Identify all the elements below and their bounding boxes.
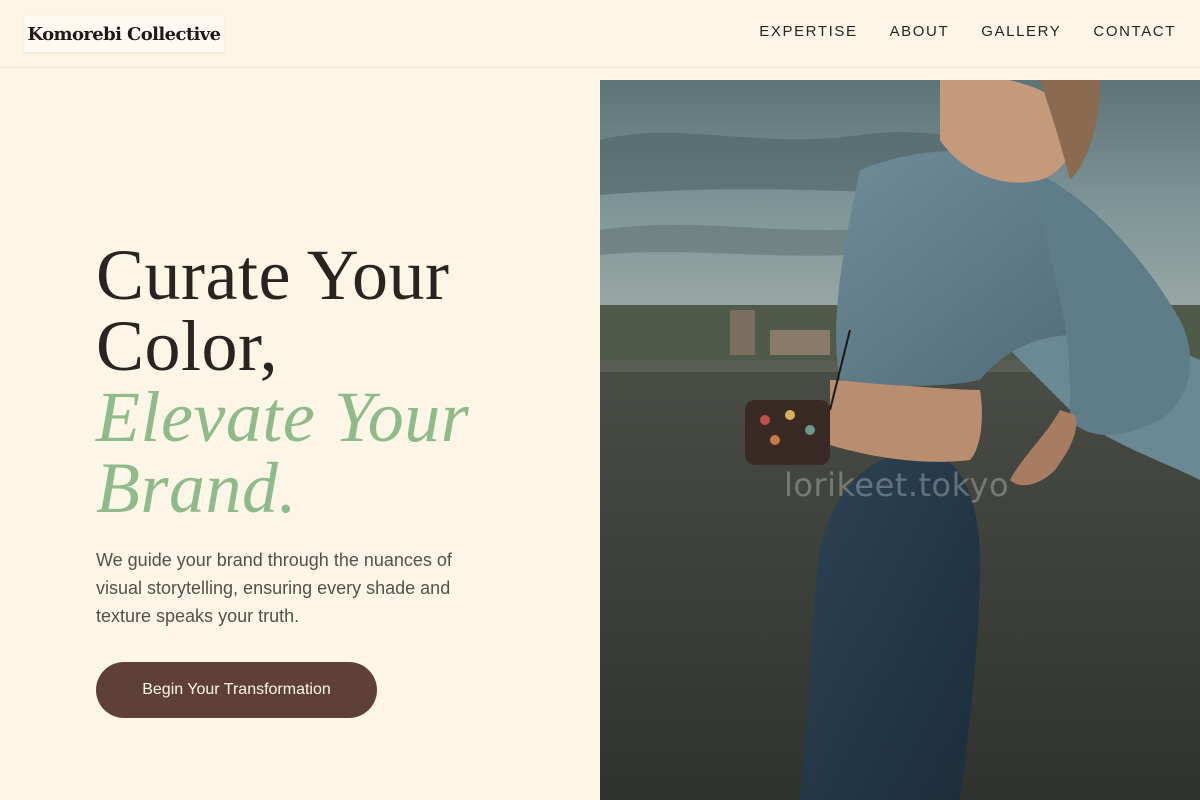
nav-gallery[interactable]: GALLERY — [981, 22, 1061, 42]
site-header: Komorebi Collective EXPERTISE ABOUT GALL… — [0, 0, 1200, 68]
hero-subtext: We guide your brand through the nuances … — [96, 550, 452, 626]
photo-watermark: lorikeet.tokyo — [784, 466, 1010, 504]
headline-accent-line-2: Brand. — [96, 448, 297, 528]
headline-line-2: Color, — [96, 306, 279, 386]
main-nav: EXPERTISE ABOUT GALLERY CONTACT — [759, 22, 1176, 42]
begin-transformation-button[interactable]: Begin Your Transformation — [96, 662, 377, 718]
hero-photo-illustration — [600, 80, 1200, 800]
nav-contact[interactable]: CONTACT — [1093, 22, 1176, 42]
headline-line-1: Curate Your — [96, 235, 450, 315]
logo[interactable]: Komorebi Collective — [24, 16, 224, 52]
hero-headline: Curate Your Color, Elevate Your Brand. — [96, 235, 576, 528]
hero-photo: lorikeet.tokyo — [600, 80, 1200, 800]
nav-about[interactable]: ABOUT — [890, 22, 950, 42]
nav-expertise[interactable]: EXPERTISE — [759, 22, 857, 42]
logo-text: Komorebi Collective — [27, 23, 221, 45]
hero-content: Curate Your Color, Elevate Your Brand. W… — [96, 235, 576, 718]
headline-accent-line-1: Elevate Your — [96, 377, 470, 457]
